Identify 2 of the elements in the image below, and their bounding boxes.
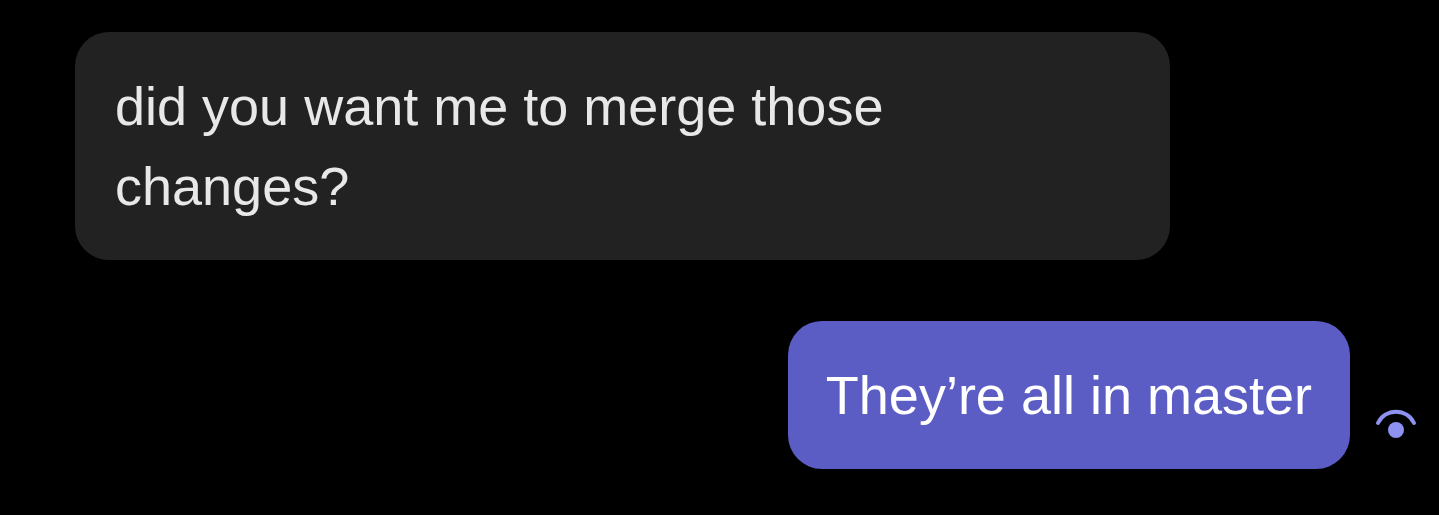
message-bubble: did you want me to merge those changes? [75,32,1170,260]
message-bubble: They’re all in master [787,321,1350,469]
